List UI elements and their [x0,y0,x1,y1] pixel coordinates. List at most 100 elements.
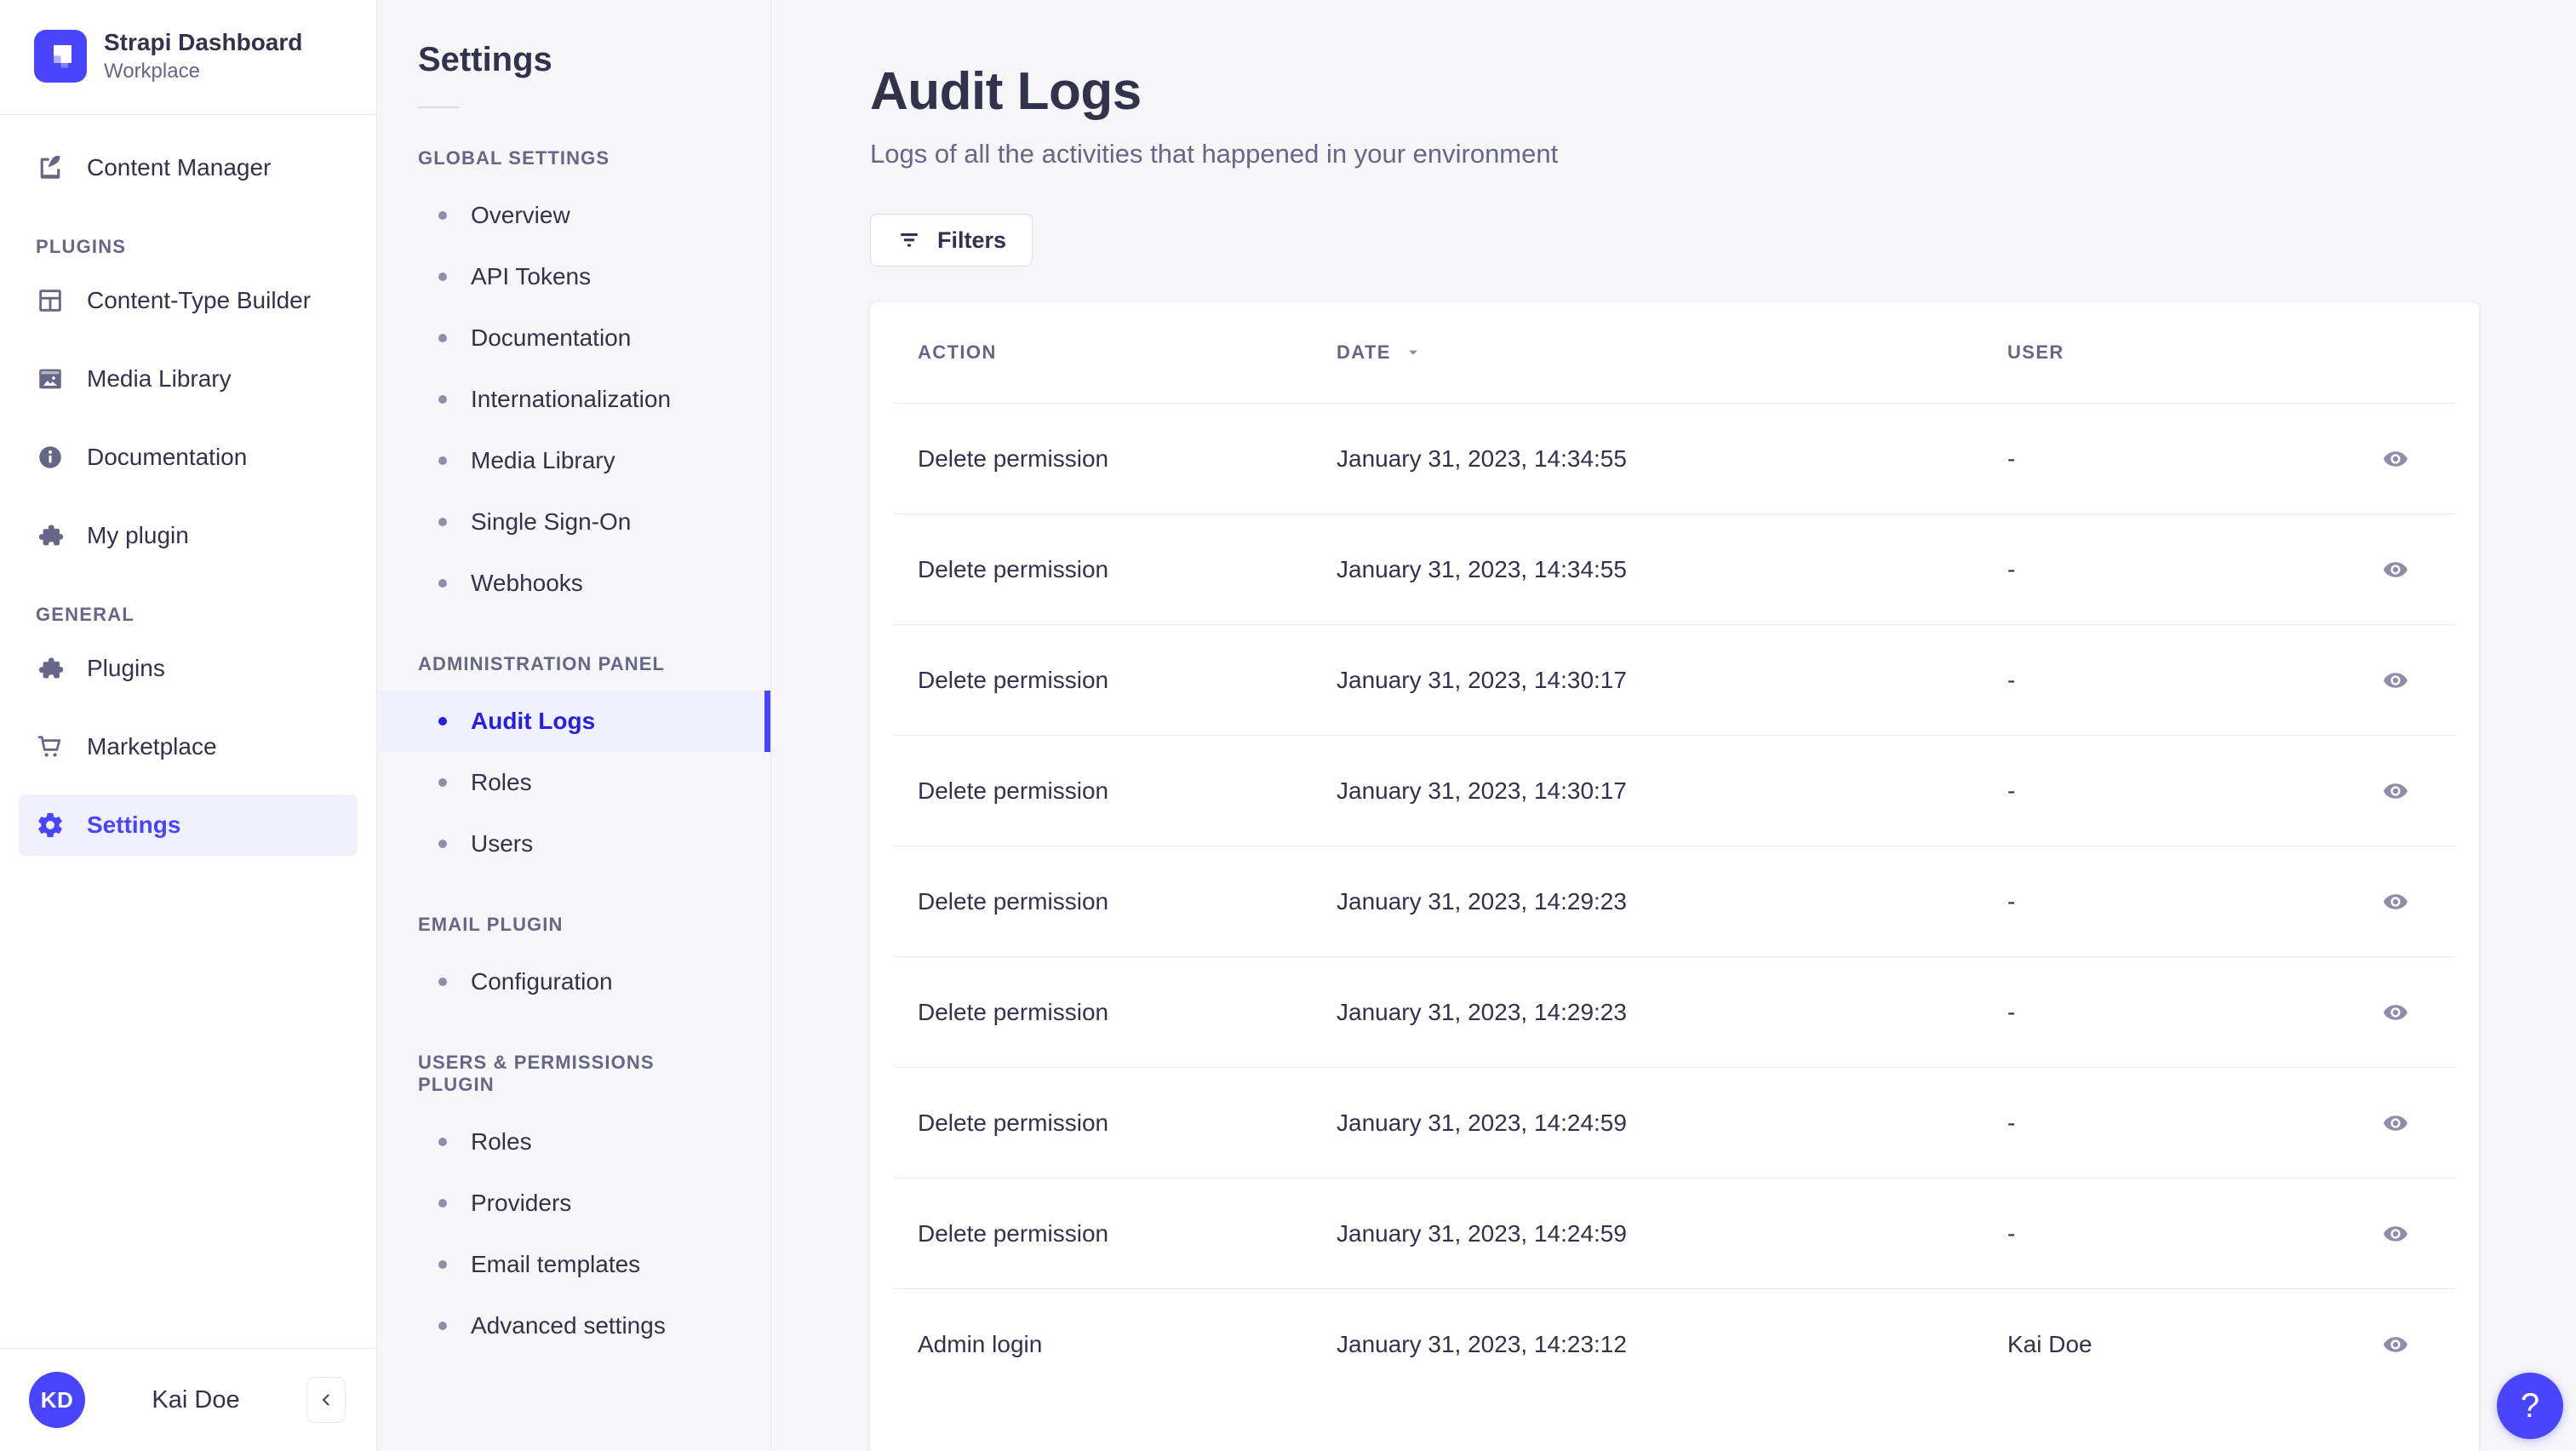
table-body: Delete permission January 31, 2023, 14:34… [870,403,2479,1399]
table-row: Delete permission January 31, 2023, 14:34… [894,513,2455,624]
workspace-brand[interactable]: Strapi Dashboard Workplace [0,0,376,115]
bullet-icon [438,518,447,526]
eye-icon [2382,888,2409,915]
main-nav-items: Content Manager PLUGINS Content-Type Build… [0,115,376,1348]
subnav-item-label: Single Sign-On [471,508,632,535]
subnav-item-media-library[interactable]: Media Library [377,430,770,491]
table-row: Delete permission January 31, 2023, 14:30… [894,735,2455,846]
subnav-item-audit-logs[interactable]: Audit Logs [377,691,770,752]
subnav-item-label: Audit Logs [471,708,596,734]
nav-section-header-plugins: PLUGINS [36,236,127,257]
cell-action: Delete permission [918,555,1109,582]
subnav-item-label: Providers [471,1190,572,1216]
cell-date: January 31, 2023, 14:34:55 [1337,444,1627,472]
subnav-groups: GLOBAL SETTINGS Overview API Tokens Documen… [377,147,770,1356]
subnav-item-roles[interactable]: Roles [377,1111,770,1173]
bullet-icon [438,395,447,404]
subnav-item-documentation[interactable]: Documentation [377,307,770,369]
view-log-button[interactable] [2382,1110,2409,1137]
view-log-button[interactable] [2382,556,2409,583]
sidebar-item-label: My plugin [87,522,189,548]
cart-icon [36,732,65,761]
sidebar-item-content-manager[interactable]: Content Manager [19,137,358,198]
workspace-title: Strapi Dashboard [104,29,303,55]
bullet-icon [438,1199,447,1207]
table-row: Admin login January 31, 2023, 14:23:12 Kai… [894,1288,2455,1399]
cell-user: - [2007,666,2016,693]
table-row: Delete permission January 31, 2023, 14:24… [894,1178,2455,1288]
subnav-item-label: Email templates [471,1251,641,1277]
sidebar-item-media-library[interactable]: Media Library [19,348,358,410]
help-button-label: ? [2520,1386,2540,1425]
cell-date: January 31, 2023, 14:29:23 [1337,887,1627,915]
avatar[interactable]: KD [29,1372,85,1428]
view-log-button[interactable] [2382,888,2409,915]
subnav-item-label: Advanced settings [471,1312,666,1339]
subnav-item-users[interactable]: Users [377,813,770,875]
cell-action: Delete permission [918,777,1109,804]
subnav-item-internationalization[interactable]: Internationalization [377,369,770,430]
cell-user: Kai Doe [2007,1330,2092,1357]
view-log-button[interactable] [2382,1220,2409,1247]
subnav-item-label: Media Library [471,447,615,473]
cell-action: Delete permission [918,666,1109,693]
picture-icon [36,364,65,393]
cell-user: - [2007,555,2016,582]
help-button[interactable]: ? [2497,1373,2563,1439]
bullet-icon [438,840,447,848]
puzzle-icon [36,654,65,683]
cell-user: - [2007,777,2016,804]
pen-feather-icon [36,153,65,182]
user-name: Kai Doe [152,1385,240,1414]
view-log-button[interactable] [2382,445,2409,473]
filters-button[interactable]: Filters [870,214,1033,267]
view-log-button[interactable] [2382,1331,2409,1358]
subnav-item-webhooks[interactable]: Webhooks [377,553,770,614]
sidebar-item-my-plugin[interactable]: My plugin [19,505,358,566]
sidebar-item-label: Plugins [87,655,165,681]
table-row: Delete permission January 31, 2023, 14:29… [894,956,2455,1067]
subnav-item-label: Webhooks [471,570,583,596]
eye-icon [2382,1110,2409,1137]
bullet-icon [438,978,447,986]
page-title: Audit Logs [870,62,1142,121]
column-header-date[interactable]: DATE [1313,341,1984,364]
subnav-item-email-templates[interactable]: Email templates [377,1234,770,1295]
view-log-button[interactable] [2382,777,2409,805]
sidebar-item-settings[interactable]: Settings [19,794,358,856]
cell-date: January 31, 2023, 14:24:59 [1337,1109,1627,1136]
subnav-item-label: Internationalization [471,386,672,412]
column-header-action: ACTION [918,341,997,363]
sidebar-item-label: Content Manager [87,154,272,181]
cell-date: January 31, 2023, 14:23:12 [1337,1330,1627,1357]
subnav-item-configuration[interactable]: Configuration [377,951,770,1012]
subnav-item-single-sign-on[interactable]: Single Sign-On [377,491,770,553]
bullet-icon [438,1322,447,1330]
subnav-group-header-administration-panel: ADMINISTRATION PANEL [418,653,666,674]
caret-down-icon[interactable] [1405,344,1422,361]
subnav-item-providers[interactable]: Providers [377,1173,770,1234]
view-log-button[interactable] [2382,999,2409,1026]
workspace-subtitle: Workplace [104,60,200,83]
sidebar-item-content-type-builder[interactable]: Content-Type Builder [19,270,358,331]
main-navigation: Strapi Dashboard Workplace Content Manag… [0,0,377,1451]
subnav-divider [418,106,459,108]
bullet-icon [438,1138,447,1146]
settings-subnav: Settings GLOBAL SETTINGS Overview API Toke… [377,0,771,1451]
subnav-item-roles[interactable]: Roles [377,752,770,813]
subnav-item-api-tokens[interactable]: API Tokens [377,246,770,307]
sidebar-item-plugins[interactable]: Plugins [19,638,358,699]
subnav-item-advanced-settings[interactable]: Advanced settings [377,1295,770,1356]
sidebar-item-documentation[interactable]: Documentation [19,427,358,488]
info-icon [36,443,65,472]
view-log-button[interactable] [2382,667,2409,694]
table-row: Delete permission January 31, 2023, 14:24… [894,1067,2455,1178]
cell-date: January 31, 2023, 14:24:59 [1337,1219,1627,1247]
cell-user: - [2007,1219,2016,1247]
chevron-left-icon [316,1390,336,1410]
collapse-sidebar-button[interactable] [306,1377,346,1423]
subnav-item-overview[interactable]: Overview [377,185,770,246]
sidebar-item-marketplace[interactable]: Marketplace [19,716,358,777]
cell-user: - [2007,998,2016,1025]
sidebar-item-label: Marketplace [87,733,217,760]
